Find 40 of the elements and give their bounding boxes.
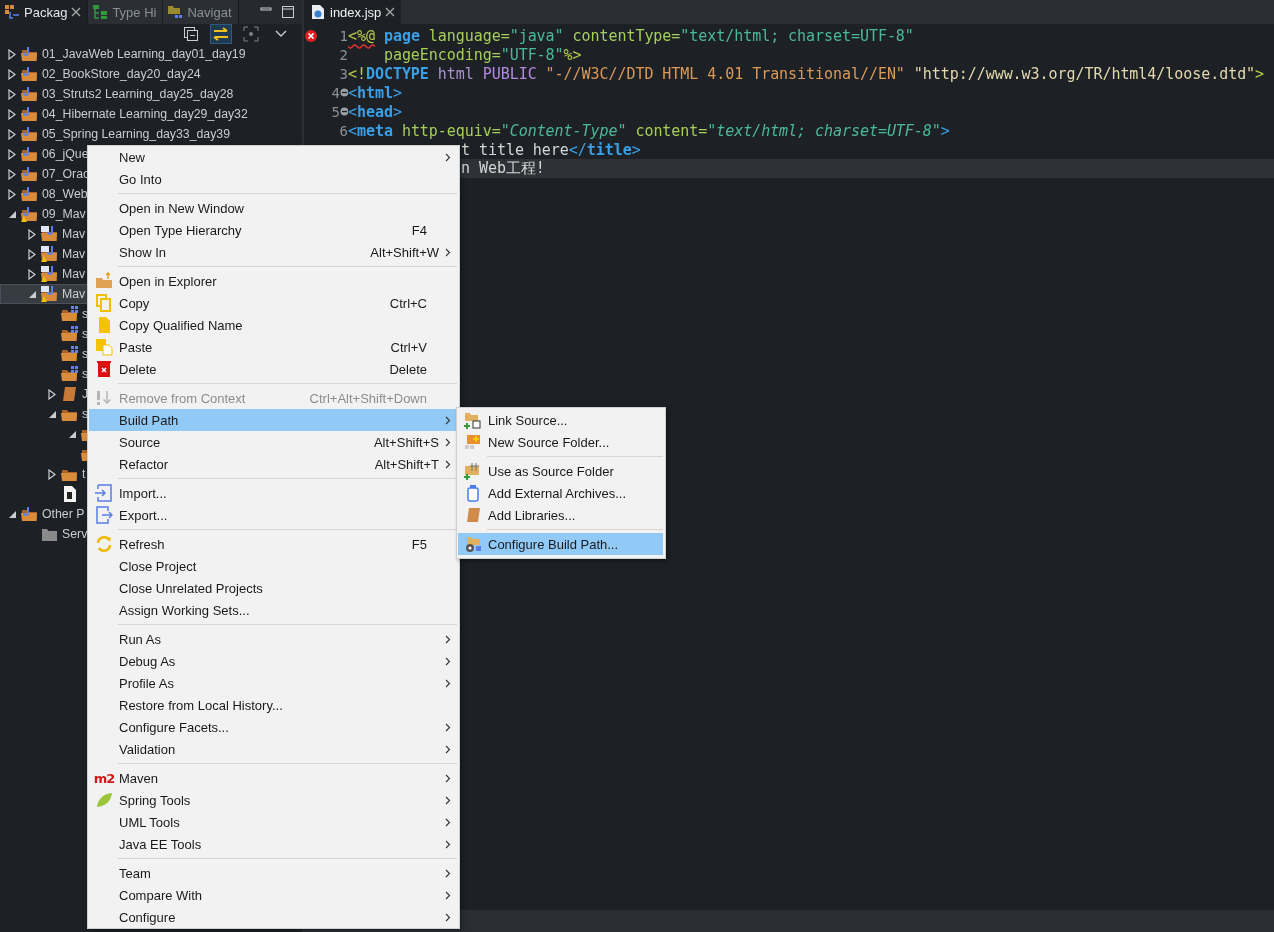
line-number: 6 <box>338 122 348 139</box>
tree-item-label: 08_Web <box>42 187 88 201</box>
tree-item-label: J <box>82 387 89 401</box>
code-line: <!DOCTYPE html PUBLIC "-//W3C//DTD HTML 4.01 Transitional//EN" "http://www.w3.org/TR/html4/loose.dtd"> <box>348 64 1265 83</box>
shortcut-label: Delete <box>389 361 427 377</box>
code-line: <%@ page language="java" contentType="text/html; charset=UTF-8" <box>348 26 914 45</box>
code-line: pageEncoding="UTF-8"%> <box>382 45 582 64</box>
shortcut-label: Alt+Shift+T <box>374 456 439 472</box>
tree-item-label: Mav <box>62 287 86 301</box>
shortcut-label: F5 <box>411 536 427 552</box>
tree-item-label: t <box>82 467 86 481</box>
tree-item-label: Mav <box>62 247 86 261</box>
tree-item-label: 01_JavaWeb Learning_day01_day19 <box>42 47 246 61</box>
shortcut-label: Ctrl+Alt+Shift+Down <box>309 390 427 406</box>
tree-item-label: 06_jQue <box>42 147 89 161</box>
tree-item-label: Mav <box>62 227 86 241</box>
code-line: <meta http-equiv="Content-Type" content="text/html; charset=UTF-8"> <box>348 121 950 140</box>
tree-item-label: 05_Spring Learning_day33_day39 <box>42 127 231 141</box>
code-line: t title here</title> <box>461 140 641 159</box>
tree-item-label: 09_Mav <box>42 207 86 221</box>
code-line: <html> <box>348 83 402 102</box>
shortcut-label: Alt+Shift+W <box>370 244 439 260</box>
tree-item-label: 02_BookStore_day20_day24 <box>42 67 201 81</box>
tree-item-label: 04_Hibernate Learning_day29_day32 <box>42 107 248 121</box>
line-number: 5 <box>330 103 340 120</box>
shortcut-label: F4 <box>411 222 427 238</box>
tree-item-label: Mav <box>62 267 86 281</box>
shortcut-label: Alt+Shift+S <box>373 434 439 450</box>
line-number: 3 <box>338 65 348 82</box>
tree-item-label: Other P <box>42 507 85 521</box>
line-number: 4 <box>330 84 340 101</box>
maven-logo: m2 <box>93 770 115 786</box>
line-number: 2 <box>338 46 348 63</box>
shortcut-label: Ctrl+C <box>389 295 427 311</box>
code-line: <head> <box>348 102 402 121</box>
tree-item-label: 03_Struts2 Learning_day25_day28 <box>42 87 234 101</box>
code-line: n Web工程! <box>461 159 545 178</box>
tree-item-label: Serv <box>62 527 88 541</box>
shortcut-label: Ctrl+V <box>390 339 427 355</box>
line-number: 1 <box>338 27 348 44</box>
